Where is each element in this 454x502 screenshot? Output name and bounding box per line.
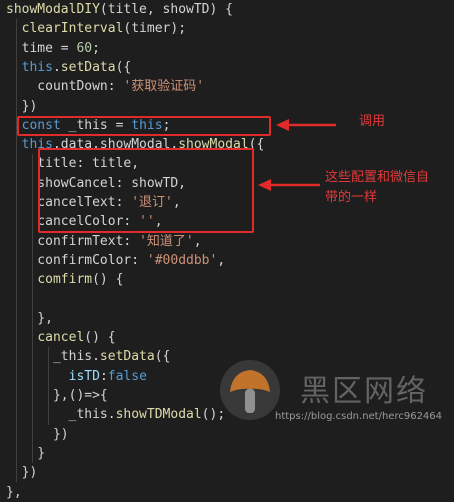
mushroom-logo-icon [220,360,280,420]
code-line: } [6,444,45,463]
code-token: }) [6,465,38,481]
code-line: }) [6,463,38,482]
code-token: }, [6,484,22,500]
code-line: }, [6,483,22,502]
code-token: } [6,445,46,461]
watermark: 黑区网络 https://blog.csdn.net/herc962464 [0,0,454,433]
watermark-brand: 黑区网络 [300,374,428,409]
watermark-url: https://blog.csdn.net/herc962464 [275,411,443,422]
